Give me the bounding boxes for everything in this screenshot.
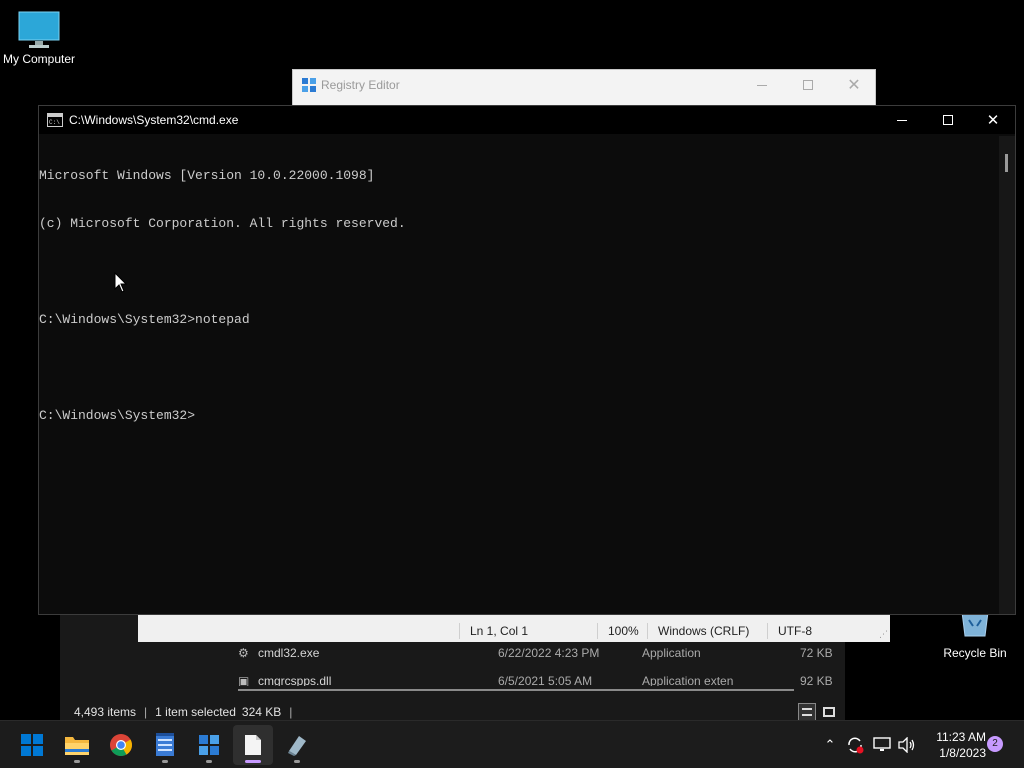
thumbnail-view-icon [823,707,835,717]
file-size: 72 KB [800,646,833,660]
monitor-icon [18,11,60,48]
svg-text:C:\: C:\ [49,119,60,126]
console-prompt: C:\Windows\System32> [39,408,196,423]
clock[interactable]: 11:23 AM 1/8/2023 [928,729,986,761]
chrome-icon [110,734,132,756]
desktop-icon-label: My Computer [2,52,76,66]
scrollbar-thumb[interactable] [1005,154,1008,172]
minimize-icon [897,119,907,121]
list-item[interactable]: ▣ cmgrcspps.dll 6/5/2021 5:05 AM Applica… [236,674,836,686]
windows-logo-icon [21,734,43,756]
details-view-icon [802,708,812,716]
console-output[interactable]: Microsoft Windows [Version 10.0.22000.10… [39,136,999,614]
notepad-window[interactable]: Ln 1, Col 1 100% Windows (CRLF) UTF-8 ⋰ [138,614,890,642]
close-button[interactable]: ✕ [970,106,1016,134]
taskbar-registry-editor[interactable] [189,725,229,765]
start-button[interactable] [12,725,52,765]
sync-icon [848,737,864,754]
maximize-button[interactable] [925,106,971,134]
taskbar-app-installer[interactable] [277,725,317,765]
console-icon: C:\ [47,113,63,127]
list-item[interactable]: ⚙ cmdl32.exe 6/22/2022 4:23 PM Applicati… [236,642,836,664]
notification-badge[interactable]: 2 [987,736,1003,752]
file-type: Application exten [642,674,734,686]
taskbar: ⌃ 11:23 AM 1/8/2023 [0,720,1024,768]
thumbnail-view-button[interactable] [820,703,838,721]
speaker-icon [898,737,915,753]
close-icon: ✕ [986,112,1000,129]
registry-editor-window[interactable]: Registry Editor ✕ [292,69,876,109]
installer-icon [288,736,306,756]
zoom-level: 100% [597,623,639,639]
taskbar-notepad[interactable] [233,725,273,765]
running-indicator [74,760,80,763]
recycle-bin-icon [961,612,989,637]
vertical-scrollbar[interactable] [999,136,1015,614]
desktop-icon-my-computer[interactable]: My Computer [0,10,81,66]
maximize-button[interactable] [785,70,831,100]
clock-time: 11:23 AM [936,730,986,744]
registry-editor-titlebar[interactable]: Registry Editor ✕ [293,70,875,100]
running-indicator [294,760,300,763]
console-line: C:\Windows\System32>notepad [39,312,250,327]
item-count: 4,493 items [74,705,137,719]
clock-date: 1/8/2023 [939,746,986,760]
horizontal-scrollbar[interactable] [238,689,794,691]
details-view-button[interactable] [798,703,816,721]
file-date: 6/22/2022 4:23 PM [498,646,600,660]
running-indicator [162,760,168,763]
close-button[interactable]: ✕ [831,70,877,100]
chevron-up-icon: ⌃ [824,737,836,752]
line-ending: Windows (CRLF) [647,623,749,639]
command-prompt-window[interactable]: C:\ C:\Windows\System32\cmd.exe ✕ Micros… [38,105,1016,615]
taskbar-chrome[interactable] [101,725,141,765]
selection-size: 324 KB [241,705,282,719]
resize-grip-icon[interactable]: ⋰ [879,629,888,640]
file-date: 6/5/2021 5:05 AM [498,674,593,686]
dll-file-icon: ▣ [238,674,250,686]
console-line: Microsoft Windows [Version 10.0.22000.10… [39,168,375,183]
running-indicator [206,760,212,763]
minimize-icon [757,84,767,86]
minimize-button[interactable] [739,70,785,100]
cursor-position: Ln 1, Col 1 [459,623,528,639]
taskbar-notepad-plus[interactable] [145,725,185,765]
running-indicator [245,760,261,763]
exe-file-icon: ⚙ [238,646,249,660]
close-icon: ✕ [847,77,861,94]
document-icon [245,735,261,755]
minimize-button[interactable] [879,106,925,134]
console-line: (c) Microsoft Corporation. All rights re… [39,216,406,231]
desktop-icon-label: Recycle Bin [943,646,1007,660]
registry-icon [302,78,316,92]
file-name: cmgrcspps.dll [258,674,332,686]
show-hidden-icons-button[interactable]: ⌃ [820,721,840,768]
window-title: Registry Editor [321,78,400,92]
desktop-icon-recycle-bin[interactable]: Recycle Bin [933,612,1017,660]
maximize-icon [803,80,813,90]
network-status[interactable] [870,721,894,768]
maximize-icon [943,115,953,125]
sync-status[interactable] [844,721,866,768]
window-title: C:\Windows\System32\cmd.exe [69,113,239,127]
taskbar-file-explorer[interactable] [57,725,97,765]
mouse-pointer-icon [114,272,128,293]
network-icon [873,737,891,751]
folder-icon [65,737,89,755]
file-type: Application [642,646,701,660]
selection-count: 1 item selected [155,705,236,719]
notepad-document-icon [156,733,174,756]
file-name: cmdl32.exe [258,646,320,660]
file-size: 92 KB [800,674,833,686]
volume-control[interactable] [896,721,918,768]
registry-icon [199,735,219,755]
encoding: UTF-8 [767,623,812,639]
cmd-titlebar[interactable]: C:\ C:\Windows\System32\cmd.exe ✕ [39,106,1015,134]
